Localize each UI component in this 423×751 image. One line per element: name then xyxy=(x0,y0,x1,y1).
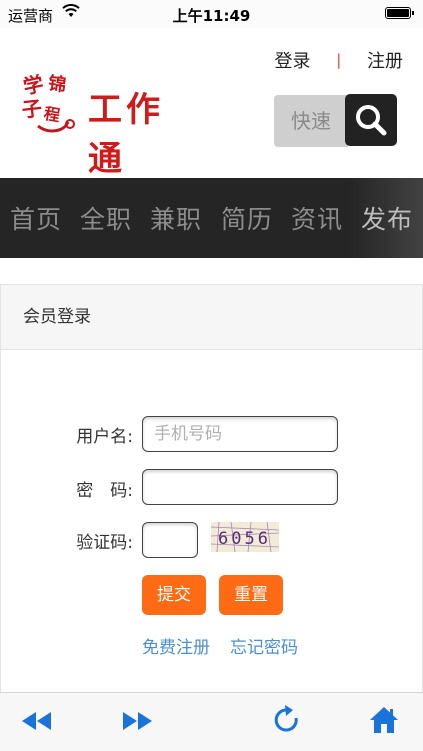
site-logo[interactable]: 学 锦 子 程 工作通 xyxy=(18,68,198,179)
nav-item-resume[interactable]: 简历 xyxy=(221,200,273,236)
register-link[interactable]: 注册 xyxy=(367,47,403,73)
search-button[interactable] xyxy=(345,94,397,146)
clock: 上午11:49 xyxy=(172,7,251,25)
logo-seal-icon: 学 锦 子 程 xyxy=(21,71,75,133)
reset-button[interactable]: 重置 xyxy=(219,575,283,615)
submit-button[interactable]: 提交 xyxy=(142,575,206,615)
nav-item-publish[interactable]: 发布 xyxy=(361,200,413,236)
free-register-link[interactable]: 免费注册 xyxy=(142,633,210,658)
search-input[interactable]: 快速 xyxy=(274,95,348,147)
svg-text:锦: 锦 xyxy=(47,72,68,96)
captcha-label: 验证码: xyxy=(76,533,133,553)
logo-text: 工作通 xyxy=(88,90,164,179)
username-label: 用户名: xyxy=(76,427,133,447)
captcha-text: 6056 xyxy=(218,529,271,549)
username-input[interactable]: 手机号码 xyxy=(142,416,338,452)
status-bar: 运营商 上午11:49 xyxy=(0,0,423,28)
main-nav: 首页 全职 兼职 简历 资讯 发布 xyxy=(0,178,423,258)
site-header: 登录 | 注册 学 锦 子 程 工作通 快速 xyxy=(0,28,423,179)
password-label: 密 码: xyxy=(76,481,133,501)
search-icon xyxy=(356,105,387,136)
nav-item-home[interactable]: 首页 xyxy=(10,200,62,236)
login-link[interactable]: 登录 xyxy=(274,47,310,73)
svg-text:学: 学 xyxy=(21,71,46,99)
nav-item-parttime[interactable]: 兼职 xyxy=(150,200,202,236)
nav-item-fulltime[interactable]: 全职 xyxy=(80,200,132,236)
login-panel: 会员登录 用户名: 手机号码 密 码: 验证码: 6056 提交 重置 免费注册… xyxy=(0,284,423,705)
svg-text:子: 子 xyxy=(21,96,43,122)
nav-item-news[interactable]: 资讯 xyxy=(291,200,343,236)
battery-icon xyxy=(385,7,414,19)
back-icon[interactable] xyxy=(20,707,54,739)
home-icon[interactable] xyxy=(368,705,400,739)
svg-text:程: 程 xyxy=(42,104,61,125)
browser-toolbar xyxy=(0,692,423,751)
captcha-input[interactable] xyxy=(142,522,198,558)
password-input[interactable] xyxy=(142,469,338,505)
auth-links: 登录 | 注册 xyxy=(274,47,403,73)
auth-separator: | xyxy=(336,51,342,69)
forward-icon[interactable] xyxy=(120,707,154,739)
panel-title: 会员登录 xyxy=(1,285,422,350)
forgot-password-link[interactable]: 忘记密码 xyxy=(230,633,298,658)
reload-icon[interactable] xyxy=(272,704,302,742)
captcha-image[interactable]: 6056 xyxy=(210,521,280,553)
